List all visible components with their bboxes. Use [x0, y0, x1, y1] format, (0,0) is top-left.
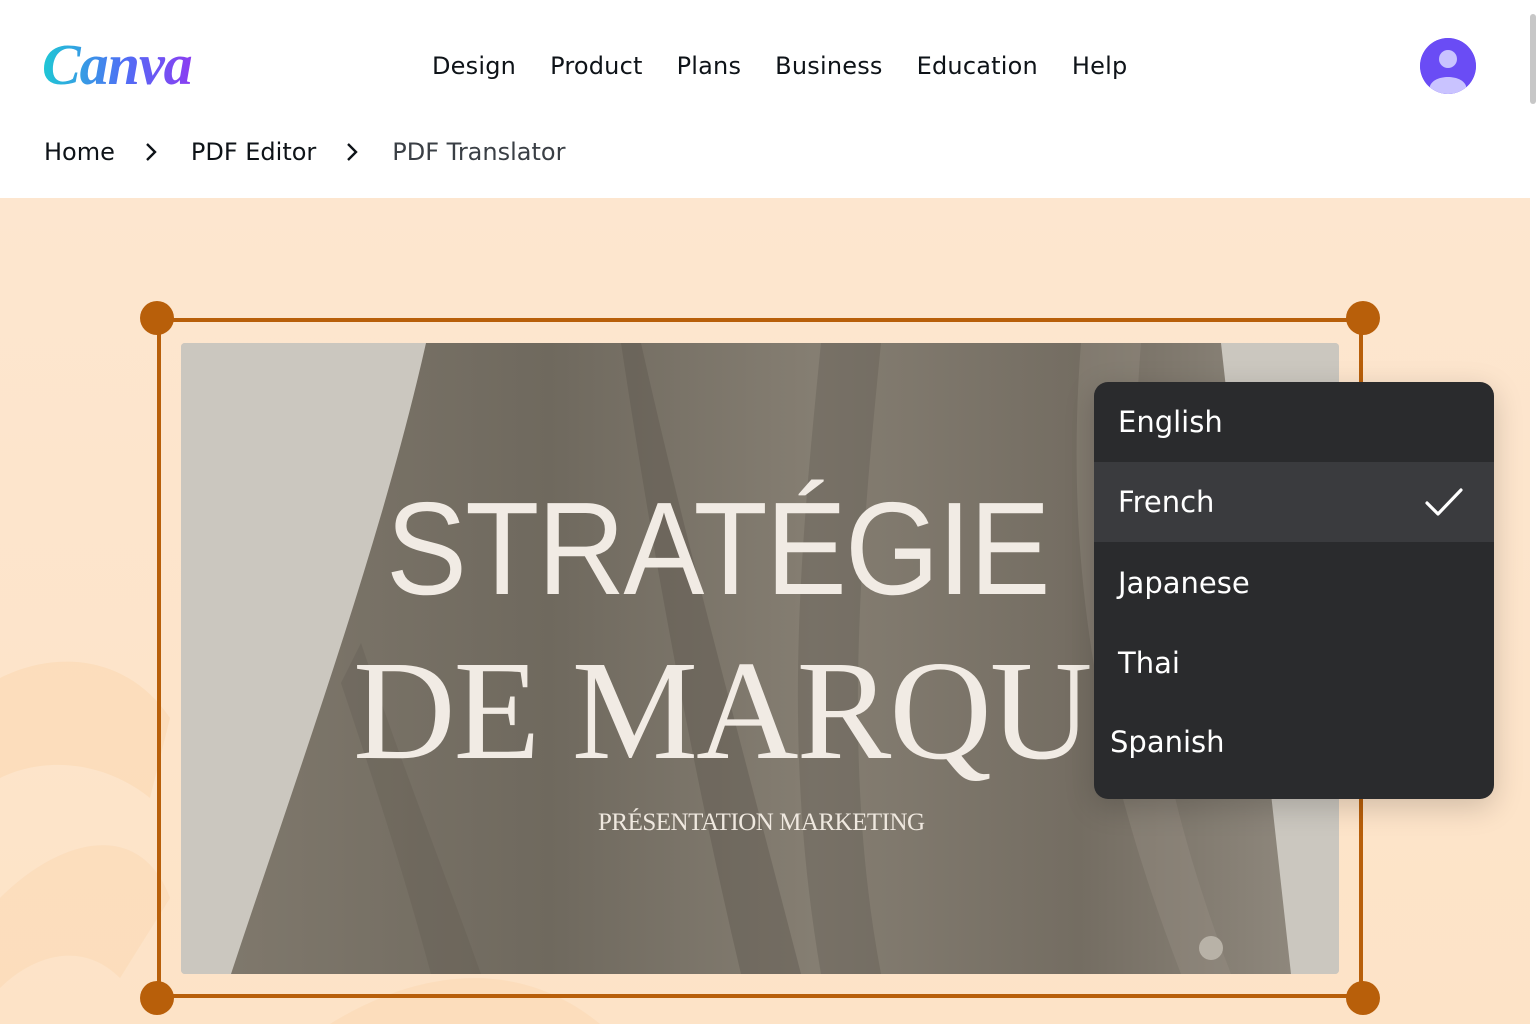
language-option-english[interactable]: English [1094, 382, 1494, 462]
page-scrollbar[interactable] [1530, 14, 1536, 104]
language-option-french[interactable]: French [1094, 462, 1494, 542]
resize-handle-top-left[interactable] [140, 301, 174, 335]
nav-education[interactable]: Education [917, 50, 1038, 82]
nav-business[interactable]: Business [775, 50, 882, 82]
canva-logo[interactable]: Canva [42, 30, 202, 100]
breadcrumb-pdf-editor[interactable]: PDF Editor [191, 136, 316, 168]
breadcrumb-pdf-translator: PDF Translator [392, 138, 566, 166]
user-avatar-icon[interactable] [1420, 38, 1476, 94]
language-option-spanish[interactable]: Spanish [1094, 702, 1494, 782]
resize-handle-bottom-left[interactable] [140, 981, 174, 1015]
breadcrumb-home[interactable]: Home [44, 136, 115, 168]
language-dropdown: English French Japanese Thai Spanish [1094, 382, 1494, 799]
language-option-thai[interactable]: Thai [1094, 623, 1494, 703]
language-option-label: English [1118, 405, 1223, 439]
language-option-label: Thai [1118, 646, 1180, 680]
checkmark-icon [1425, 488, 1463, 516]
breadcrumb: Home PDF Editor PDF Translator [44, 136, 565, 168]
resize-handle-bottom-right[interactable] [1346, 981, 1380, 1015]
nav-plans[interactable]: Plans [677, 50, 742, 82]
language-option-japanese[interactable]: Japanese [1094, 543, 1494, 623]
resize-handle-top-right[interactable] [1346, 301, 1380, 335]
nav-design[interactable]: Design [432, 50, 516, 82]
nav-help[interactable]: Help [1072, 50, 1128, 82]
nav-product[interactable]: Product [550, 50, 643, 82]
language-option-label: French [1118, 485, 1215, 519]
svg-text:Canva: Canva [42, 32, 192, 97]
site-header: Canva Design Product Plans Business Educ… [0, 0, 1536, 198]
language-option-label: Spanish [1110, 725, 1225, 759]
main-nav: Design Product Plans Business Education … [432, 50, 1161, 82]
chevron-right-icon [141, 141, 161, 163]
language-option-label: Japanese [1118, 566, 1250, 600]
chevron-right-icon [342, 141, 362, 163]
